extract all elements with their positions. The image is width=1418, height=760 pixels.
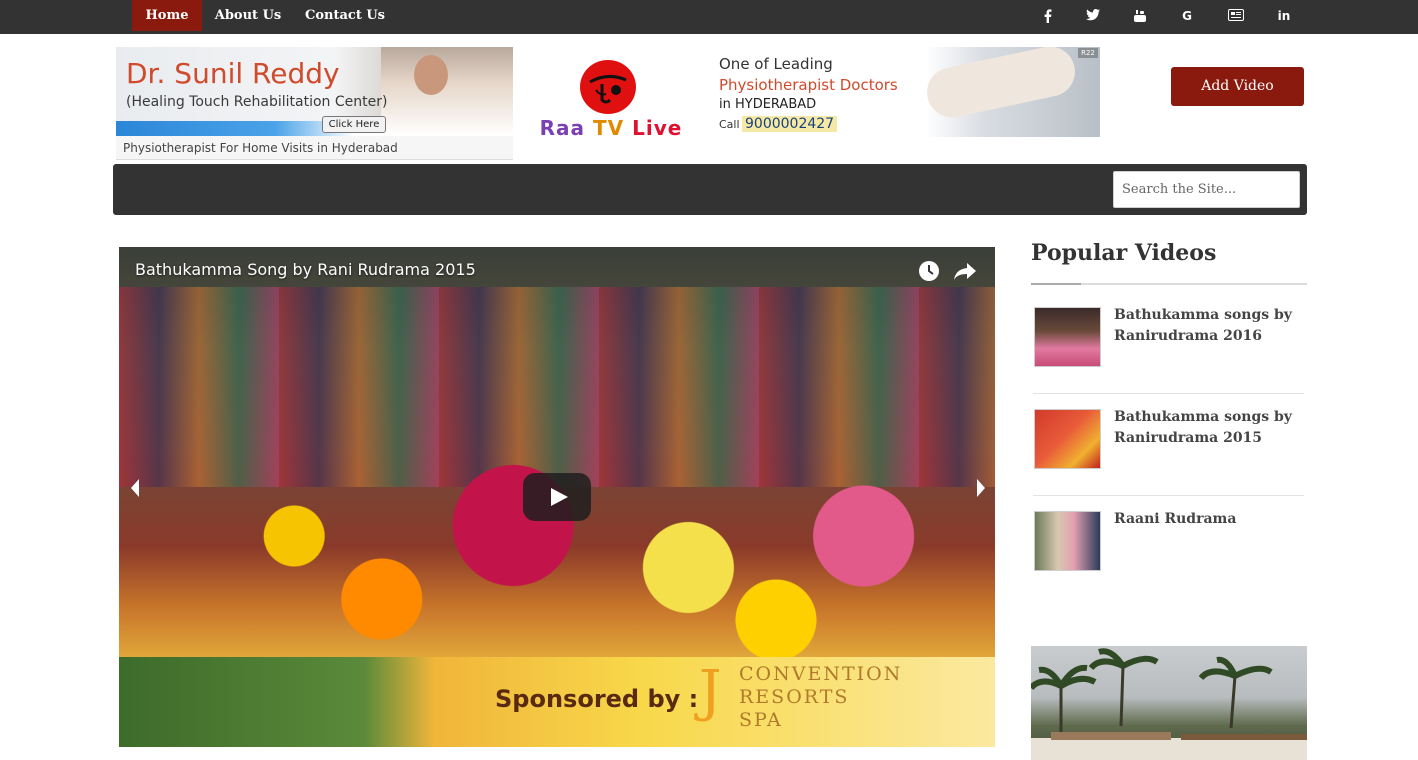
ad-therapy-image: [922, 47, 1080, 123]
sponsor-brand-line: RESORTS: [739, 686, 850, 708]
popular-video-item[interactable]: Bathukamma songs by Ranirudrama 2015: [1033, 409, 1304, 511]
ad-click-here-button[interactable]: Click Here: [322, 116, 386, 133]
popular-video-title[interactable]: Bathukamma songs by Ranirudrama 2016: [1114, 305, 1304, 347]
sidebar-resort-image[interactable]: [1031, 646, 1307, 760]
video-player[interactable]: Sponsored by : J CONVENTION RESORTS SPA …: [119, 247, 995, 747]
ad-call-label: Call: [719, 118, 740, 131]
sponsor-logo-letter: J: [699, 659, 722, 724]
physiotherapy-doctors-ad-banner[interactable]: R22 One of Leading Physiotherapist Docto…: [714, 47, 1100, 137]
top-navigation-bar: Home About Us Contact Us G in: [0, 0, 1418, 34]
logo-word-raa: Raa: [539, 116, 586, 140]
nav-about-us[interactable]: About Us: [210, 0, 286, 31]
ad-subheadline: Physiotherapist Doctors: [719, 76, 898, 94]
ad-person-head: [414, 55, 448, 95]
sponsor-brand: CONVENTION RESORTS SPA: [739, 663, 902, 732]
video-title[interactable]: Bathukamma Song by Rani Rudrama 2015: [135, 260, 476, 279]
ad-person-image: [381, 47, 513, 136]
popular-video-item[interactable]: Bathukamma songs by Ranirudrama 2016: [1033, 307, 1304, 409]
watch-later-icon[interactable]: [918, 260, 940, 282]
ad-location: in HYDERABAD: [719, 97, 817, 112]
rss-icon[interactable]: [1226, 7, 1246, 25]
heading-divider-accent: [1031, 283, 1081, 285]
linkedin-icon[interactable]: in: [1274, 7, 1294, 25]
search-input[interactable]: [1113, 171, 1300, 208]
logo-word-tv: TV: [593, 116, 625, 140]
ad-phone-number: 9000002427: [742, 116, 838, 132]
logo-word-live: Live: [632, 116, 683, 140]
item-separator: [1033, 393, 1304, 394]
facebook-icon[interactable]: [1038, 7, 1058, 25]
video-thumbnail[interactable]: [1034, 511, 1101, 571]
search-bar: [113, 164, 1307, 215]
youtube-icon[interactable]: [1130, 7, 1150, 25]
popular-videos-heading: Popular Videos: [1031, 240, 1217, 266]
play-button[interactable]: [523, 473, 591, 521]
nav-contact-us[interactable]: Contact Us: [302, 0, 388, 31]
physiotherapist-ad-banner[interactable]: Dr. Sunil Reddy (Healing Touch Rehabilit…: [116, 47, 513, 160]
video-thumbnail[interactable]: [1034, 307, 1101, 367]
item-separator: [1033, 495, 1304, 496]
sponsor-brand-line: SPA: [739, 709, 783, 731]
sponsor-label: Sponsored by :: [495, 685, 699, 713]
ad-caption: Physiotherapist For Home Visits in Hyder…: [123, 141, 398, 155]
share-icon[interactable]: [953, 260, 977, 282]
add-video-button[interactable]: Add Video: [1171, 67, 1304, 106]
ad-doctor-name: Dr. Sunil Reddy: [126, 57, 340, 90]
popular-video-title[interactable]: Bathukamma songs by Ranirudrama 2015: [1114, 407, 1304, 449]
ad-center-name: (Healing Touch Rehabilitation Center): [126, 94, 388, 110]
popular-video-item[interactable]: Raani Rudrama: [1033, 511, 1304, 613]
previous-arrow-icon[interactable]: [129, 478, 141, 498]
twitter-icon[interactable]: [1083, 7, 1103, 25]
ad-badge: R22: [1078, 48, 1098, 58]
ad-headline: One of Leading: [719, 55, 833, 73]
logo-wordmark: Raa TV Live: [538, 116, 684, 140]
video-sponsor-banner: Sponsored by : J CONVENTION RESORTS SPA: [119, 657, 995, 747]
raa-tv-live-logo[interactable]: Raa TV Live: [538, 58, 684, 142]
next-arrow-icon[interactable]: [975, 478, 987, 498]
sponsor-brand-line: CONVENTION: [739, 663, 903, 685]
logo-emblem: [580, 60, 636, 114]
popular-video-title[interactable]: Raani Rudrama: [1114, 509, 1304, 530]
video-thumbnail[interactable]: [1034, 409, 1101, 469]
nav-home[interactable]: Home: [132, 0, 202, 31]
google-icon[interactable]: G: [1177, 7, 1197, 25]
